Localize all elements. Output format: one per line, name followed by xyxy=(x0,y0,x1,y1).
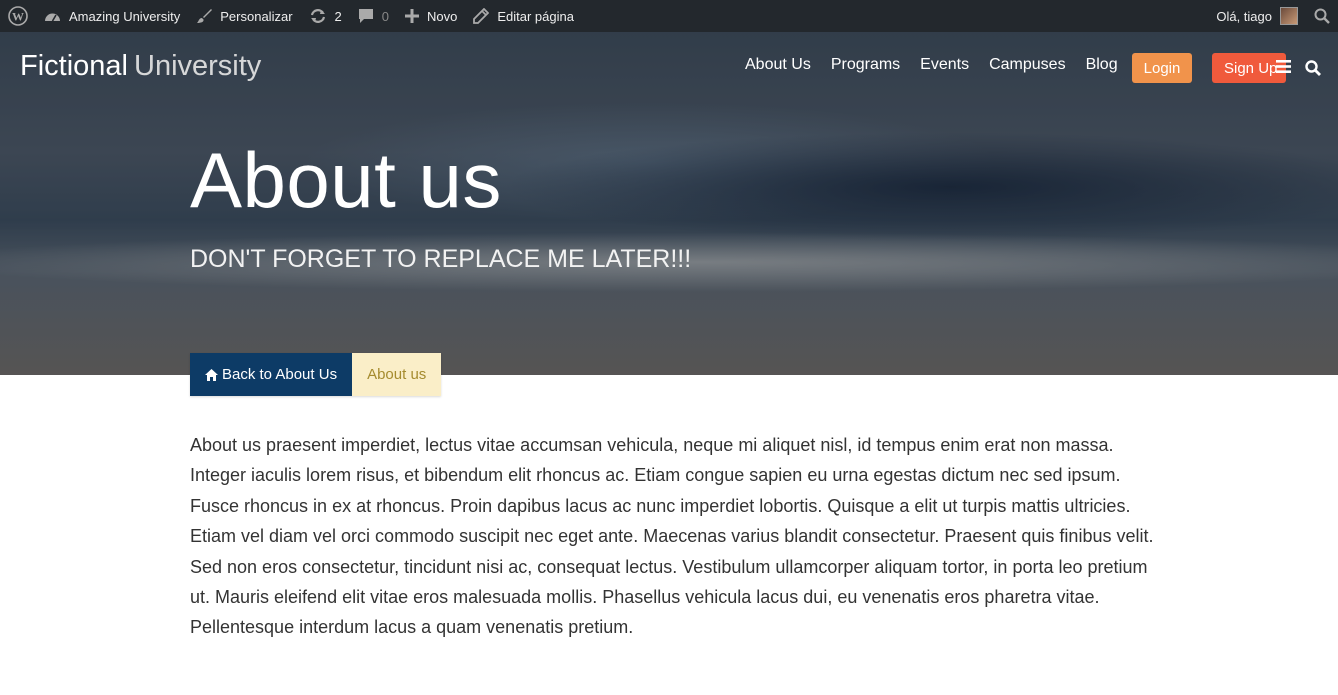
new-content-link[interactable]: Novo xyxy=(397,0,465,32)
breadcrumb: Back to About Us About us xyxy=(190,353,442,396)
comments-link[interactable]: 0 xyxy=(350,0,397,32)
user-account-link[interactable]: Olá, tiago xyxy=(1208,0,1306,32)
site-name: Amazing University xyxy=(69,8,181,24)
admin-search-button[interactable] xyxy=(1306,0,1338,32)
edit-page-label: Editar página xyxy=(497,8,574,24)
menu-icon[interactable] xyxy=(1276,60,1291,78)
nav-about-us[interactable]: About Us xyxy=(735,56,821,74)
admin-bar-right: Olá, tiago xyxy=(1208,0,1338,32)
wordpress-menu[interactable]: W xyxy=(0,0,36,32)
new-label: Novo xyxy=(427,8,458,24)
comment-icon xyxy=(358,8,374,24)
updates-count: 2 xyxy=(334,8,342,24)
wordpress-icon: W xyxy=(8,6,28,26)
pencil-icon xyxy=(473,8,490,24)
site-name-link[interactable]: Amazing University xyxy=(36,0,188,32)
search-icon xyxy=(1314,8,1330,24)
svg-text:W: W xyxy=(12,10,24,24)
logo-bold-text: Fictional xyxy=(20,50,128,82)
site-logo[interactable]: Fictional University xyxy=(20,50,261,83)
avatar xyxy=(1280,7,1298,25)
page-title: About us xyxy=(190,136,502,224)
content-paragraph: About us praesent imperdiet, lectus vita… xyxy=(190,435,1154,638)
nav-events[interactable]: Events xyxy=(910,56,979,74)
plus-icon xyxy=(405,9,419,23)
page-content: About us praesent imperdiet, lectus vita… xyxy=(190,430,1155,643)
home-icon xyxy=(205,368,218,381)
admin-bar: W Amazing University Personalizar 2 0 No… xyxy=(0,0,1338,32)
dashboard-icon xyxy=(44,9,61,23)
nav-blog[interactable]: Blog xyxy=(1076,56,1128,74)
brush-icon xyxy=(196,8,213,24)
search-icon[interactable] xyxy=(1305,60,1321,81)
refresh-icon xyxy=(309,8,327,24)
updates-link[interactable]: 2 xyxy=(301,0,350,32)
breadcrumb-current: About us xyxy=(352,353,442,396)
customize-link[interactable]: Personalizar xyxy=(188,0,300,32)
logo-light-text: University xyxy=(134,50,262,82)
site-header: Fictional University About Us Programs Ev… xyxy=(0,32,1338,104)
customize-label: Personalizar xyxy=(220,8,293,24)
comments-count: 0 xyxy=(381,8,389,24)
back-to-parent-label: Back to About Us xyxy=(222,366,338,383)
nav-campuses[interactable]: Campuses xyxy=(979,56,1075,74)
edit-page-link[interactable]: Editar página xyxy=(465,0,582,32)
page-subtitle: DON'T FORGET TO REPLACE ME LATER!!! xyxy=(190,245,692,273)
login-button[interactable]: Login xyxy=(1132,53,1192,83)
main-navigation: About Us Programs Events Campuses Blog xyxy=(735,56,1128,74)
user-greeting: Olá, tiago xyxy=(1216,8,1272,24)
nav-programs[interactable]: Programs xyxy=(821,56,910,74)
signup-button[interactable]: Sign Up xyxy=(1212,53,1286,83)
admin-bar-left: W Amazing University Personalizar 2 0 No… xyxy=(0,0,582,32)
back-to-parent-link[interactable]: Back to About Us xyxy=(190,353,353,396)
